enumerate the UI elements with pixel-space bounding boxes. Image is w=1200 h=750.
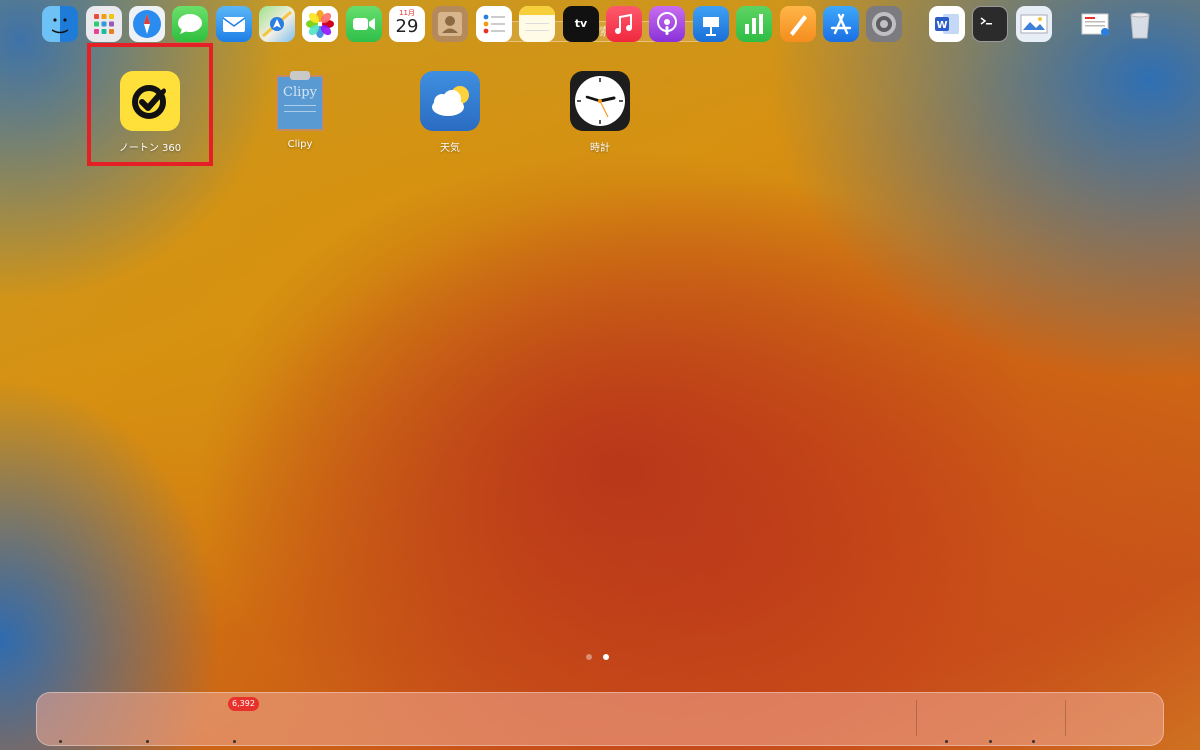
messages-icon[interactable]: [172, 6, 208, 42]
clock-icon: [570, 71, 630, 131]
systemsettings-icon[interactable]: [866, 6, 902, 42]
running-indicator: [146, 740, 149, 743]
appletv-icon[interactable]: tv: [563, 6, 599, 42]
running-indicator: [233, 740, 236, 743]
weather-icon: [420, 71, 480, 131]
podcasts-icon[interactable]: [649, 6, 685, 42]
photos-icon[interactable]: [302, 6, 338, 42]
facetime-icon[interactable]: [346, 6, 382, 42]
maps-icon[interactable]: [259, 6, 295, 42]
dock-separator: [916, 700, 917, 736]
reminders-icon[interactable]: [476, 6, 512, 42]
appletv-label: tv: [574, 17, 588, 30]
contacts-icon[interactable]: [432, 6, 468, 42]
finder-icon[interactable]: [42, 6, 78, 42]
terminal-icon[interactable]: [972, 6, 1008, 42]
calendar-icon[interactable]: 11月 29: [389, 6, 425, 42]
keynote-icon[interactable]: [693, 6, 729, 42]
word-icon[interactable]: W: [929, 6, 965, 42]
svg-text:W: W: [936, 20, 947, 31]
preview-icon[interactable]: [1016, 6, 1052, 42]
running-indicator: [59, 740, 62, 743]
mail-icon[interactable]: [216, 6, 252, 42]
dock-separator: [1065, 700, 1066, 736]
music-icon[interactable]: [606, 6, 642, 42]
highlight-box: [87, 43, 213, 166]
running-indicator: [945, 740, 948, 743]
app-label: 時計: [590, 143, 610, 154]
clipy-icon-text: Clipy: [283, 85, 317, 100]
appstore-icon[interactable]: [823, 6, 859, 42]
app-label: Clipy: [287, 139, 313, 150]
page-dot-1[interactable]: [586, 654, 592, 660]
app-clipy[interactable]: Clipy Clipy: [245, 71, 355, 150]
notes-icon[interactable]: [519, 6, 555, 42]
app-weather[interactable]: 天気: [395, 71, 505, 154]
page-indicator[interactable]: [586, 654, 609, 660]
document-icon[interactable]: [1077, 6, 1113, 42]
app-clock[interactable]: 時計: [545, 71, 655, 154]
numbers-icon[interactable]: [736, 6, 772, 42]
mail-badge: 6,392: [228, 697, 259, 711]
pages-icon[interactable]: [780, 6, 816, 42]
launchpad-icon[interactable]: [86, 6, 122, 42]
clipy-icon: Clipy: [270, 71, 330, 131]
trash-icon[interactable]: [1122, 6, 1158, 42]
page-dot-2[interactable]: [603, 654, 609, 660]
app-label: 天気: [440, 143, 460, 154]
running-indicator: [1032, 740, 1035, 743]
dock: [36, 692, 1164, 746]
running-indicator: [989, 740, 992, 743]
safari-icon[interactable]: [129, 6, 165, 42]
calendar-day: 29: [395, 16, 419, 37]
